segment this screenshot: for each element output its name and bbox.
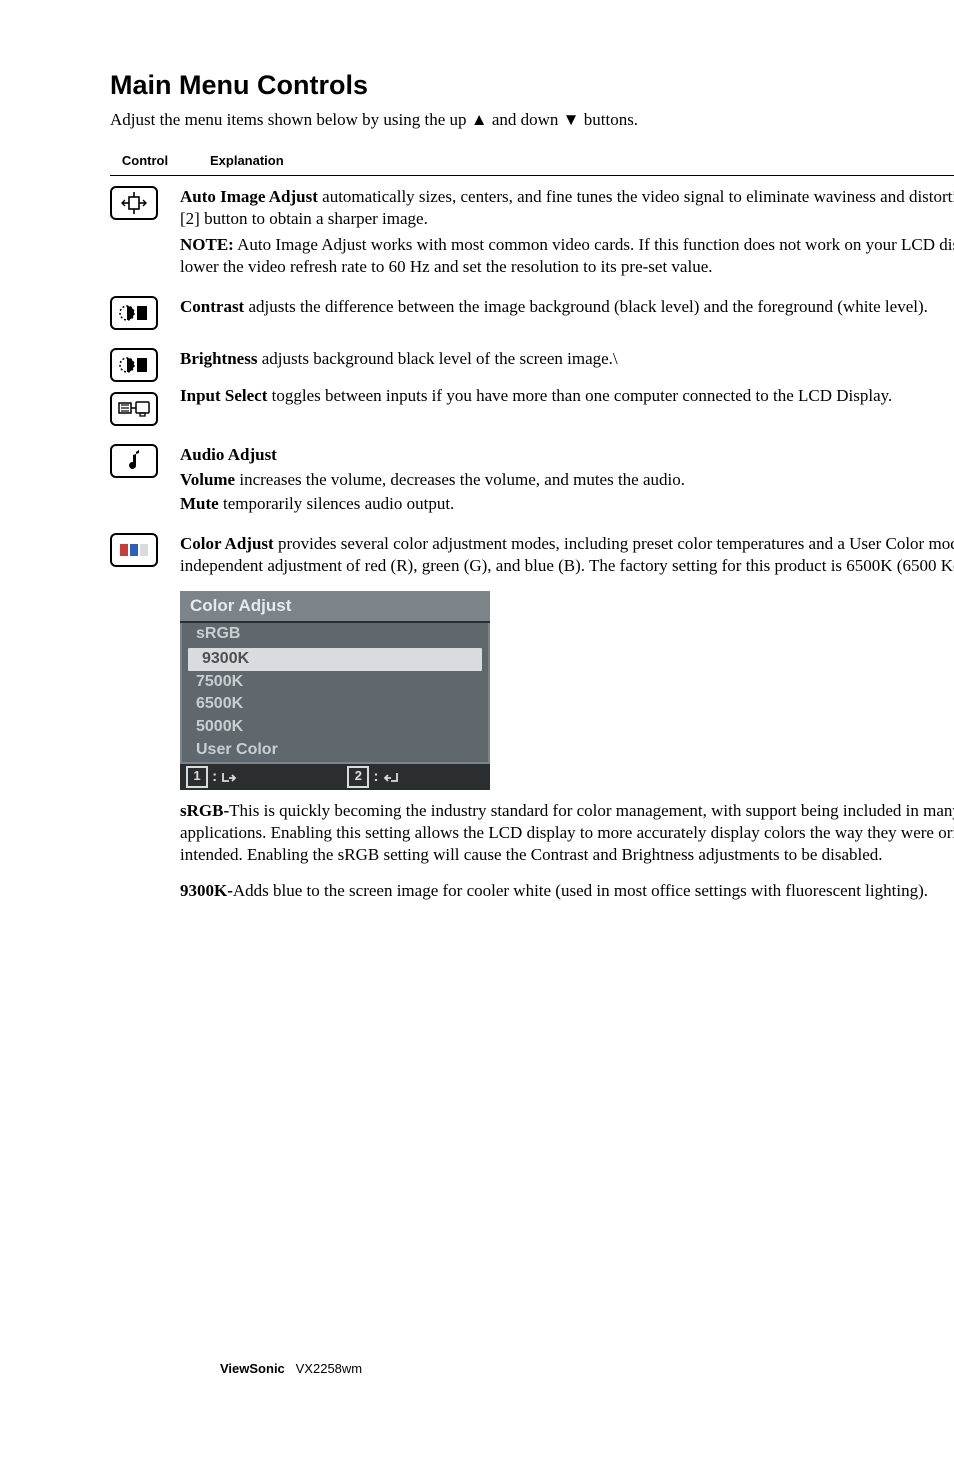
srgb-bold: sRGB- [180,801,229,820]
audio-adjust-heading-bold: Audio Adjust [180,445,277,464]
page-title: Main Menu Controls [110,68,954,103]
intro-post: buttons. [580,110,639,129]
panel-item-9300k[interactable]: 9300K [188,648,482,671]
panel-item-7500k[interactable]: 7500K [182,671,488,694]
color-adjust-icon [110,533,158,567]
footer-brand: ViewSonic [220,1361,285,1376]
brightness-text: Brightness adjusts background black leve… [180,348,954,370]
footer-left: ViewSonic VX2258wm [220,1361,362,1378]
panel-item-6500k[interactable]: 6500K [182,693,488,716]
footer-model: VX2258wm [296,1361,362,1376]
audio-mute-bold: Mute [180,494,219,513]
color-adjust-text: Color Adjust provides several color adju… [180,533,954,577]
panel-item-srgb[interactable]: sRGB [182,623,488,646]
k9300-bold: 9300K- [180,881,233,900]
panel-item-user-color[interactable]: User Color [182,739,488,762]
panel-title: Color Adjust [180,591,490,623]
k9300-body: Adds blue to the screen image for cooler… [233,881,928,900]
row-auto-image-adjust: Auto Image Adjust automatically sizes, c… [110,186,954,278]
note-body: Auto Image Adjust works with most common… [180,235,954,276]
brightness-icon [110,348,158,382]
panel-key-1: 1 : [186,766,237,788]
color-adjust-body: provides several color adjustment modes,… [180,534,954,575]
auto-image-adjust-bold: Auto Image Adjust [180,187,318,206]
key-1-box: 1 [186,766,208,788]
audio-adjust-heading: Audio Adjust [180,444,954,466]
header-control: Control [110,153,180,170]
k9300-text: 9300K-Adds blue to the screen image for … [180,880,954,902]
audio-volume-text: Volume increases the volume, decreases t… [180,469,954,491]
srgb-text: sRGB-This is quickly becoming the indust… [180,800,954,866]
color-adjust-panel: Color Adjust sRGB 9300K 7500K 6500K 5000… [180,591,490,790]
brightness-bold: Brightness [180,349,257,368]
audio-mute-text: Mute temporarily silences audio output. [180,493,954,515]
key-2-box: 2 [347,766,369,788]
header-explanation: Explanation [210,153,284,170]
contrast-icon [110,296,158,330]
panel-footer: 1 : 2 : [180,764,490,790]
intro-text: Adjust the menu items shown below by usi… [110,109,954,131]
auto-image-adjust-text: Auto Image Adjust automatically sizes, c… [180,186,954,230]
row-contrast: Contrast adjusts the difference between … [110,296,954,330]
row-audio-adjust: Audio Adjust Volume increases the volume… [110,444,954,514]
divider [110,175,954,176]
note-label: NOTE: [180,235,234,254]
audio-mute-body: temporarily silences audio output. [219,494,455,513]
column-headers: Control Explanation [110,153,954,170]
auto-image-adjust-icon [110,186,158,220]
panel-item-5000k[interactable]: 5000K [182,716,488,739]
input-select-bold: Input Select [180,386,267,405]
input-select-text: Input Select toggles between inputs if y… [180,385,954,407]
auto-image-adjust-note: NOTE: Auto Image Adjust works with most … [180,234,954,278]
contrast-text: Contrast adjusts the difference between … [180,296,954,318]
audio-volume-bold: Volume [180,470,235,489]
input-select-body: toggles between inputs if you have more … [267,386,892,405]
row-brightness-input: Brightness adjusts background black leve… [110,348,954,426]
row-color-adjust: Color Adjust provides several color adju… [110,533,954,902]
intro-mid: and down [488,110,563,129]
brightness-body: adjusts background black level of the sc… [257,349,617,368]
input-select-icon [110,392,158,426]
intro-pre: Adjust the menu items shown below by usi… [110,110,471,129]
contrast-body: adjusts the difference between the image… [244,297,928,316]
srgb-body: This is quickly becoming the industry st… [180,801,954,864]
audio-volume-body: increases the volume, decreases the volu… [235,470,685,489]
panel-list: sRGB 9300K 7500K 6500K 5000K User Color [180,623,490,764]
contrast-bold: Contrast [180,297,244,316]
page-footer: ViewSonic VX2258wm 12 [220,1361,954,1378]
panel-key-2: 2 : [347,766,398,788]
audio-adjust-icon [110,444,158,478]
color-adjust-bold: Color Adjust [180,534,274,553]
